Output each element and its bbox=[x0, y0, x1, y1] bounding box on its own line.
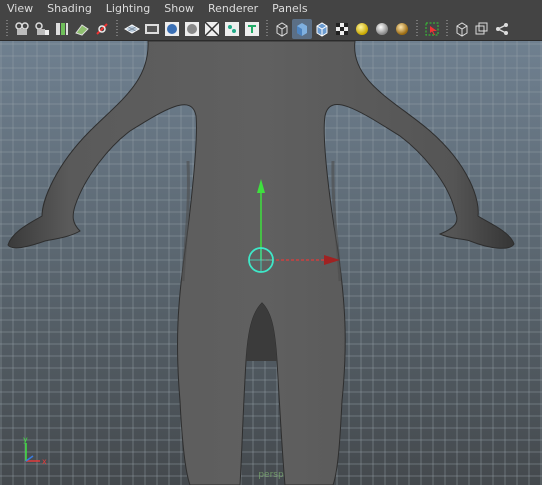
default-light-icon[interactable] bbox=[352, 19, 372, 39]
shadows-icon[interactable] bbox=[372, 19, 392, 39]
textured-icon[interactable] bbox=[332, 19, 352, 39]
ambient-occlusion-icon[interactable] bbox=[392, 19, 412, 39]
menu-show[interactable]: Show bbox=[157, 0, 201, 17]
menu-renderer[interactable]: Renderer bbox=[201, 0, 265, 17]
menu-panels[interactable]: Panels bbox=[265, 0, 314, 17]
view-axis-indicator: y x bbox=[23, 435, 47, 465]
xray-active-components-icon[interactable] bbox=[472, 19, 492, 39]
axis-y-label: y bbox=[23, 435, 28, 444]
wireframe-icon[interactable] bbox=[272, 19, 292, 39]
gate-mask-icon[interactable] bbox=[182, 19, 202, 39]
smooth-shade-icon[interactable] bbox=[292, 18, 312, 39]
toolbar-separator bbox=[414, 19, 420, 38]
xray-icon[interactable] bbox=[452, 19, 472, 39]
toolbar-separator bbox=[4, 19, 10, 38]
two-d-pan-zoom-icon[interactable] bbox=[92, 19, 112, 39]
menu-lighting[interactable]: Lighting bbox=[99, 0, 157, 17]
safe-title-icon[interactable] bbox=[242, 19, 262, 39]
camera-attributes-icon[interactable] bbox=[32, 19, 52, 39]
camera-name-label: persp bbox=[258, 470, 284, 480]
bookmarks-icon[interactable] bbox=[52, 19, 72, 39]
image-plane-icon[interactable] bbox=[72, 19, 92, 39]
wireframe-on-shaded-icon[interactable] bbox=[312, 19, 332, 39]
toolbar-separator bbox=[444, 19, 450, 38]
toolbar-separator bbox=[264, 19, 270, 38]
character-mesh[interactable] bbox=[0, 41, 542, 485]
grid-icon[interactable] bbox=[122, 19, 142, 39]
isolate-select-icon[interactable] bbox=[422, 19, 442, 39]
panel-menubar: View Shading Lighting Show Renderer Pane… bbox=[0, 0, 542, 17]
perspective-viewport[interactable]: y x persp bbox=[0, 41, 542, 485]
safe-action-icon[interactable] bbox=[222, 19, 242, 39]
axis-x-label: x bbox=[42, 457, 47, 465]
toolbar-separator bbox=[114, 19, 120, 38]
menu-shading[interactable]: Shading bbox=[40, 0, 99, 17]
resolution-gate-icon[interactable] bbox=[162, 19, 182, 39]
field-chart-icon[interactable] bbox=[202, 19, 222, 39]
menu-view[interactable]: View bbox=[0, 0, 40, 17]
camera-select-icon[interactable] bbox=[12, 19, 32, 39]
xray-joints-icon[interactable] bbox=[492, 19, 512, 39]
film-gate-icon[interactable] bbox=[142, 19, 162, 39]
panel-toolbar bbox=[0, 17, 542, 41]
